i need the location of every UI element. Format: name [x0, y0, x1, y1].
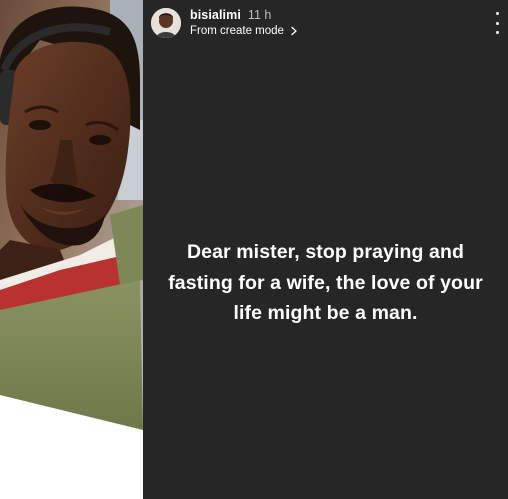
- avatar-image: [151, 8, 181, 38]
- source-link[interactable]: From create mode: [190, 25, 299, 38]
- story-header: bisialimi 11 h From create mode: [151, 6, 502, 40]
- timestamp: 11 h: [247, 8, 272, 23]
- story-text: Dear mister, stop praying and fasting fo…: [168, 241, 483, 324]
- chevron-right-icon: [291, 26, 297, 36]
- story-panel[interactable]: bisialimi 11 h From create mode Dear mis…: [143, 0, 508, 499]
- source-label: From create mode: [190, 24, 284, 37]
- story-meta: bisialimi 11 h From create mode: [190, 8, 299, 38]
- person-photo: [0, 0, 143, 499]
- more-options-icon[interactable]: [492, 12, 502, 34]
- story-viewer: bisialimi 11 h From create mode Dear mis…: [0, 0, 508, 499]
- username[interactable]: bisialimi: [190, 8, 241, 22]
- profile-photo: [0, 0, 143, 499]
- avatar[interactable]: [151, 8, 181, 38]
